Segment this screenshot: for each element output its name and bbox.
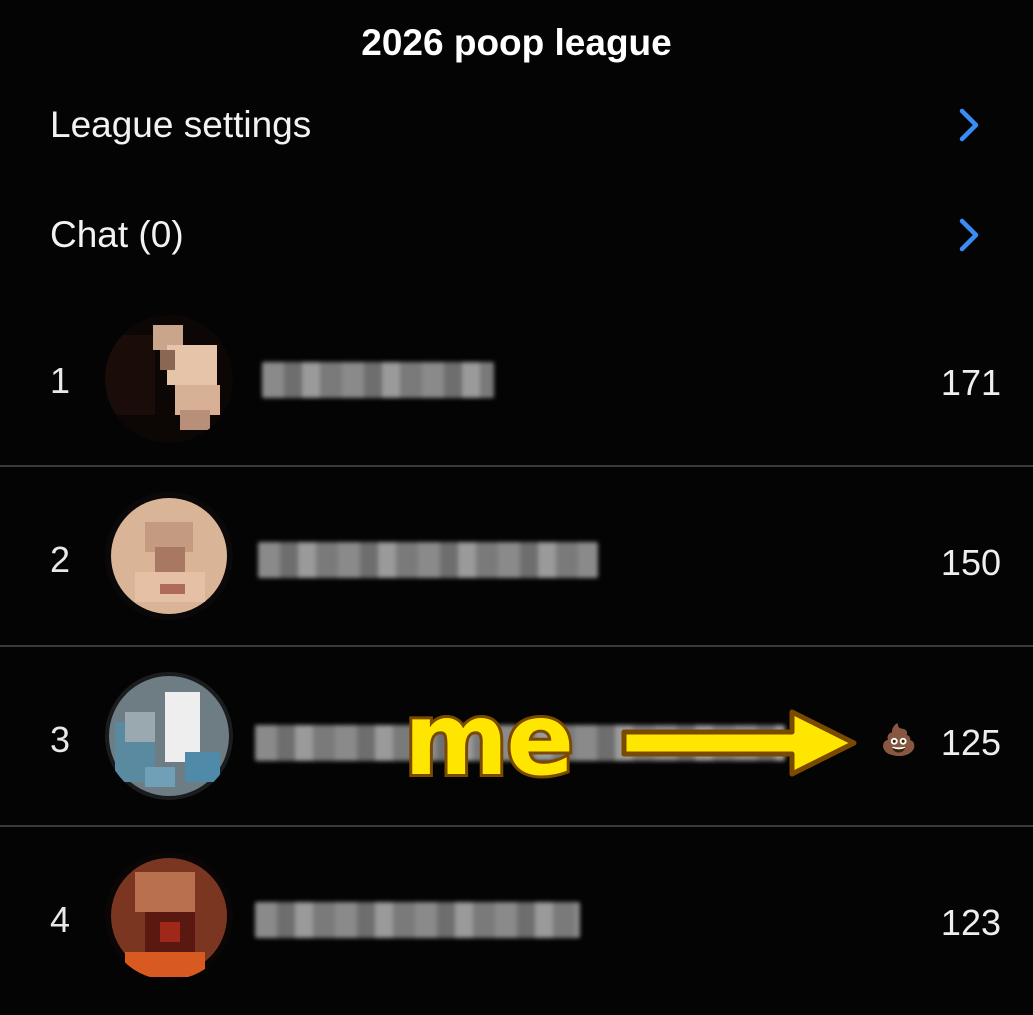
league-settings-row[interactable]: League settings xyxy=(0,90,1033,160)
avatar xyxy=(105,852,233,980)
standings-row[interactable]: 1 171 xyxy=(0,290,1033,468)
score-value: 150 xyxy=(940,542,1001,583)
standings-row[interactable]: 4 123 xyxy=(0,827,1033,1005)
rank-label: 4 xyxy=(50,899,71,940)
league-settings-label: League settings xyxy=(50,104,312,145)
avatar xyxy=(105,315,233,443)
player-name-redacted xyxy=(255,902,580,938)
rank-label: 1 xyxy=(50,360,71,401)
score-value: 125 xyxy=(940,722,1001,763)
avatar xyxy=(105,492,233,620)
player-name-redacted xyxy=(262,362,494,398)
chat-row[interactable]: Chat (0) xyxy=(0,200,1033,270)
league-title: 2026 poop league xyxy=(361,22,672,63)
score-value: 123 xyxy=(940,902,1001,943)
score-value: 171 xyxy=(940,362,1001,403)
avatar xyxy=(105,672,233,800)
poop-emoji-icon: 💩 xyxy=(880,724,918,757)
chevron-right-icon xyxy=(959,108,979,142)
chevron-right-icon xyxy=(959,218,979,252)
rank-label: 2 xyxy=(50,539,71,580)
chat-label: Chat (0) xyxy=(50,214,184,255)
rank-label: 3 xyxy=(50,719,71,760)
standings-row[interactable]: 2 150 xyxy=(0,467,1033,645)
me-annotation-label: me xyxy=(401,681,577,798)
arrow-right-icon xyxy=(621,709,857,777)
player-name-redacted xyxy=(258,542,598,578)
